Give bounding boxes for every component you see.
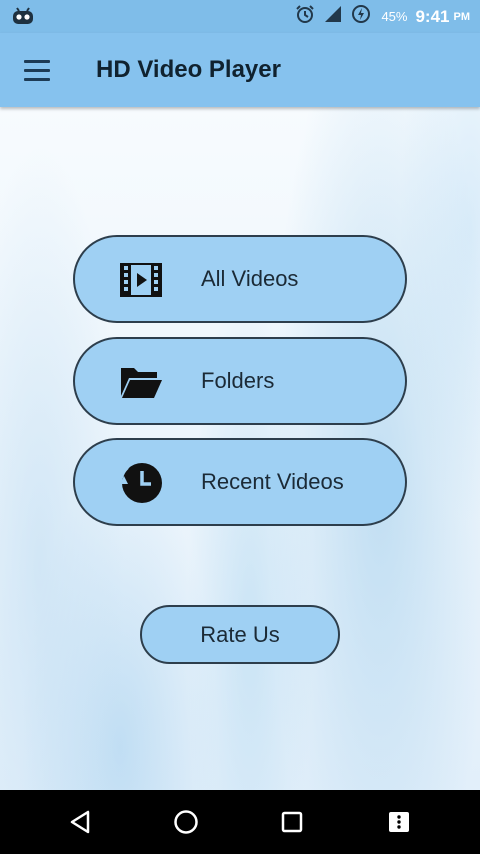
home-icon[interactable] (156, 790, 216, 854)
recent-videos-button[interactable]: Recent Videos (73, 438, 407, 526)
alarm-icon (295, 4, 315, 29)
all-videos-button[interactable]: All Videos (73, 235, 407, 323)
hamburger-menu-icon[interactable] (20, 55, 54, 85)
all-videos-label: All Videos (201, 266, 299, 291)
battery-charging-icon (351, 4, 371, 29)
history-clock-icon (119, 462, 163, 504)
clock-ampm: PM (453, 10, 471, 23)
page-title: HD Video Player (96, 56, 281, 83)
main-content: All Videos Folders Recent Videos Rate Us (0, 107, 480, 790)
menu-dots-icon[interactable] (369, 790, 429, 854)
folders-label: Folders (201, 368, 275, 393)
battery-percent: 45% (381, 9, 408, 24)
recents-icon[interactable] (262, 790, 322, 854)
android-debug-icon (12, 7, 34, 25)
recent-videos-label: Recent Videos (201, 469, 344, 494)
open-folder-icon (119, 361, 163, 403)
app-bar: HD Video Player (0, 33, 480, 107)
back-icon[interactable] (50, 790, 110, 854)
clock-time: 9:41 (415, 6, 450, 26)
system-nav-bar (0, 790, 480, 854)
folders-button[interactable]: Folders (73, 337, 407, 425)
rate-us-button[interactable]: Rate Us (140, 605, 340, 664)
status-bar: 45% 9:41 PM (0, 0, 480, 33)
film-play-icon (119, 259, 163, 301)
signal-icon (323, 5, 343, 28)
